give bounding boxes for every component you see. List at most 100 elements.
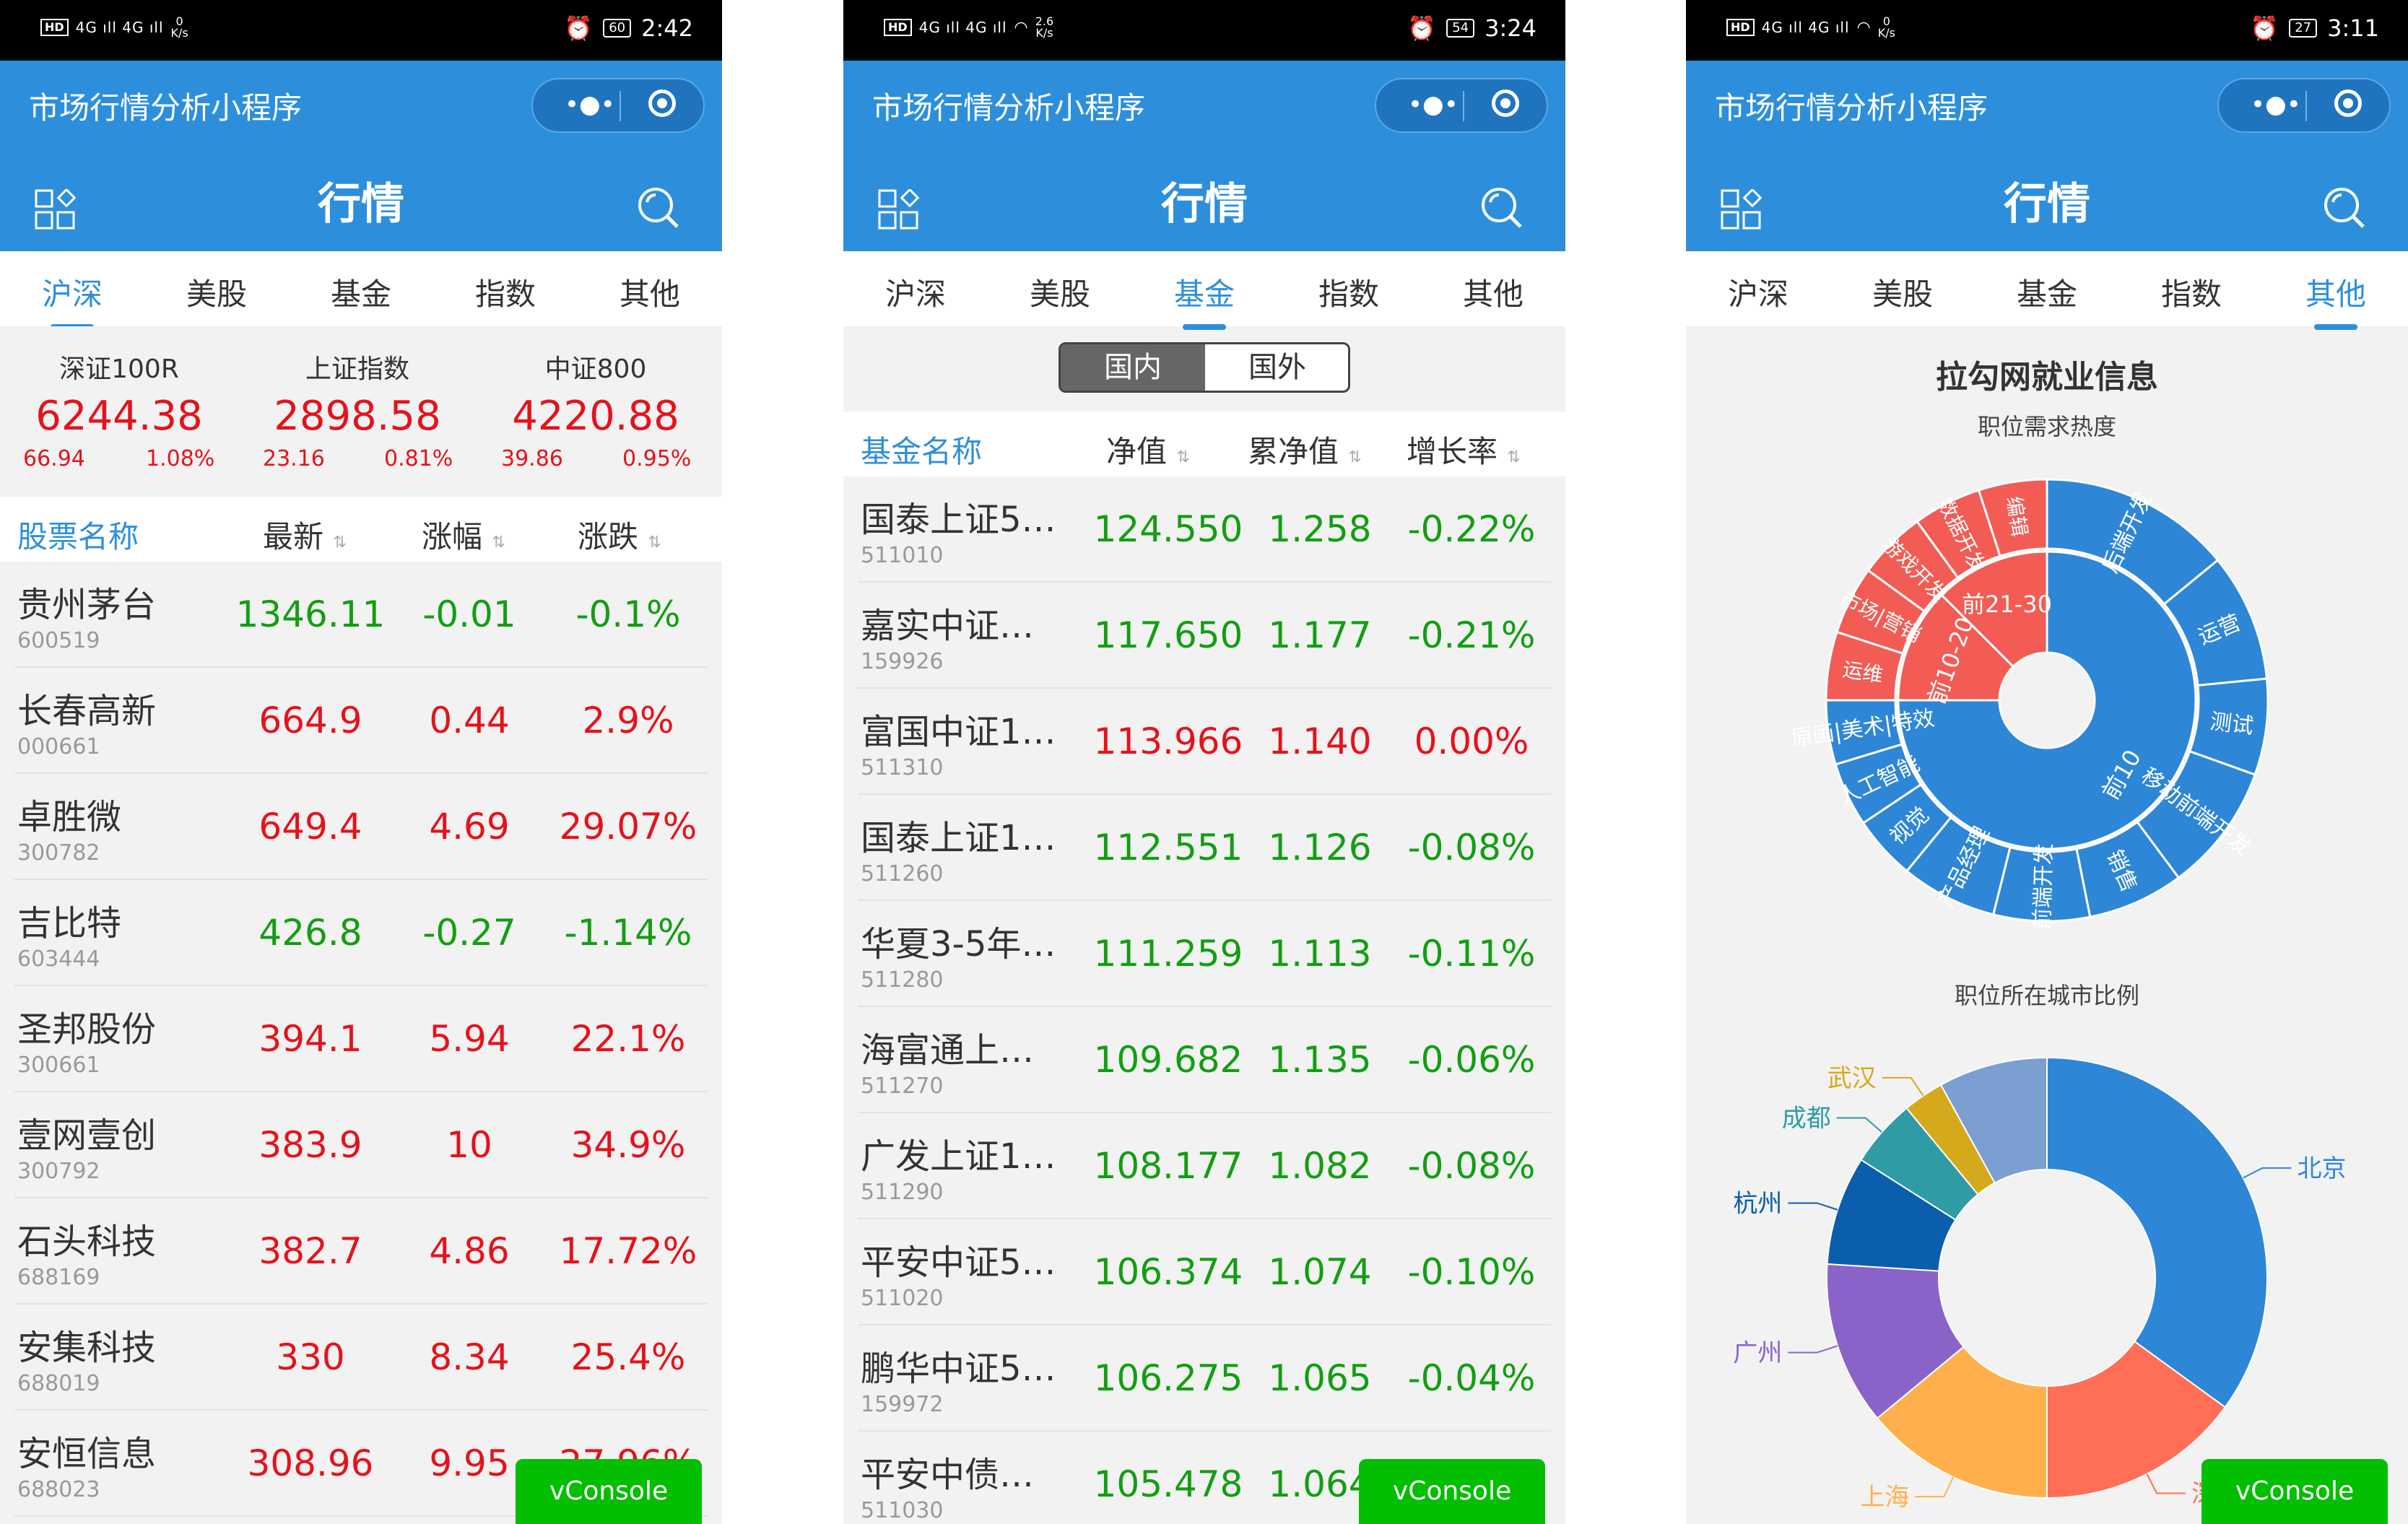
row-code: 511280 (861, 967, 944, 993)
table-row[interactable]: 嘉实中证… 159926 117.650 1.177 -0.21% (843, 583, 1565, 689)
row-name: 海富通上… (861, 1030, 1035, 1071)
row-name: 华夏3-5年… (861, 924, 1056, 965)
donut-title: 职位所在城市比例 (1954, 982, 2139, 1009)
tab-funds[interactable]: 基金 (1975, 270, 2119, 314)
row-value-1: 111.259 (1093, 933, 1243, 975)
tab-hushen[interactable]: 沪深 (1686, 270, 1830, 314)
donut-label-line (1788, 1202, 1838, 1211)
table-row[interactable]: 海富通上… 511270 109.682 1.135 -0.06% (843, 1007, 1565, 1113)
tab-us-stocks[interactable]: 美股 (1830, 270, 1975, 314)
row-value-3: -0.08% (1407, 1145, 1536, 1187)
row-value-2: 1.135 (1268, 1039, 1372, 1081)
app-header: 市场行情分析小程序 •●• 行情 (1686, 61, 2408, 251)
row-value-2: 1.113 (1268, 933, 1372, 975)
row-code: 511290 (861, 1180, 944, 1205)
row-name: 圣邦股份 (17, 1009, 157, 1050)
segment-domestic[interactable]: 国内 (1061, 344, 1205, 391)
app-title: 市场行情分析小程序 (29, 90, 303, 126)
page-title: 行情 (318, 179, 404, 230)
row-value-2: 5.94 (429, 1018, 510, 1060)
index-name: 深证100R (59, 354, 179, 384)
row-value-2: 1.074 (1268, 1251, 1372, 1293)
close-miniprogram-icon[interactable] (648, 90, 676, 117)
column-header-name[interactable]: 股票名称 (17, 513, 139, 557)
row-code: 511270 (861, 1074, 944, 1099)
row-value-3: -0.08% (1407, 827, 1536, 868)
vconsole-button[interactable]: vConsole (516, 1459, 702, 1524)
donut-label-line (1836, 1117, 1882, 1133)
tab-us-stocks[interactable]: 美股 (988, 270, 1132, 314)
table-row[interactable]: 鹏华中证5… 159972 106.275 1.065 -0.04% (843, 1325, 1565, 1432)
table-row[interactable]: 石头科技 688169 382.7 4.86 17.72% (0, 1198, 722, 1305)
vconsole-button[interactable]: vConsole (2201, 1459, 2388, 1524)
table-row[interactable]: 壹网壹创 300792 383.9 10 34.9% (0, 1092, 722, 1198)
tab-index[interactable]: 指数 (2119, 270, 2264, 314)
row-value-3: -0.21% (1407, 614, 1536, 656)
table-row[interactable]: 圣邦股份 300661 394.1 5.94 22.1% (0, 986, 722, 1092)
status-bar: HD 4G ıll 4G ıll ◠ 2.6 K/s ⏰ 54 3:24 (843, 0, 1565, 61)
row-value-2: 1.065 (1268, 1357, 1372, 1399)
donut-chart: 北京深圳上海广州杭州成都武汉 (1733, 1056, 2346, 1512)
column-header-latest[interactable]: 最新 ⇅ (263, 513, 347, 557)
row-value-1: 1346.11 (235, 593, 386, 635)
tab-other[interactable]: 其他 (1421, 270, 1565, 314)
more-icon[interactable]: •●• (2251, 91, 2301, 118)
tab-hushen[interactable]: 沪深 (843, 270, 988, 314)
tab-hushen[interactable]: 沪深 (0, 270, 144, 330)
miniprogram-capsule: •●• (1375, 78, 1548, 133)
row-value-1: 113.966 (1093, 720, 1243, 762)
index-card[interactable]: 中证800 4220.88 (477, 348, 715, 440)
donut-label-line (1882, 1076, 1924, 1097)
column-header-change[interactable]: 涨幅 ⇅ (422, 513, 505, 557)
row-value-2: 0.44 (429, 700, 510, 741)
table-row[interactable]: 国泰上证1… 511260 112.551 1.126 -0.08% (843, 795, 1565, 901)
row-value-1: 382.7 (258, 1230, 362, 1272)
vconsole-button[interactable]: vConsole (1359, 1459, 1545, 1524)
tab-other[interactable]: 其他 (578, 270, 722, 314)
table-row[interactable]: 贵州茅台 600519 1346.11 -0.01 -0.1% (0, 562, 722, 668)
tab-index[interactable]: 指数 (433, 270, 578, 314)
table-row[interactable]: 华夏3-5年… 511280 111.259 1.113 -0.11% (843, 901, 1565, 1007)
donut-slice[interactable] (2046, 1056, 2268, 1408)
row-value-3: -0.22% (1407, 508, 1536, 550)
table-row[interactable]: 长春高新 000661 664.9 0.44 2.9% (0, 668, 722, 774)
table-row[interactable]: 国泰上证5… 511010 124.550 1.258 -0.22% (843, 476, 1565, 583)
search-icon[interactable] (1479, 185, 1524, 230)
segment-foreign[interactable]: 国外 (1205, 344, 1348, 391)
tab-other[interactable]: 其他 (2264, 270, 2408, 330)
close-miniprogram-icon[interactable] (1492, 90, 1519, 117)
tab-funds[interactable]: 基金 (1132, 270, 1277, 330)
search-icon[interactable] (635, 185, 680, 230)
index-card[interactable]: 上证指数 2898.58 (238, 348, 477, 440)
row-value-1: 649.4 (258, 806, 362, 848)
index-name: 中证800 (544, 354, 647, 384)
tab-funds[interactable]: 基金 (289, 270, 433, 314)
row-value-1: 105.478 (1093, 1463, 1243, 1505)
row-code: 000661 (17, 734, 100, 759)
index-card[interactable]: 深证100R 6244.38 (0, 348, 238, 440)
hd-badge: HD (1726, 19, 1755, 36)
column-header-nav[interactable]: 净值 ⇅ (1106, 427, 1190, 471)
close-miniprogram-icon[interactable] (2334, 90, 2362, 117)
table-row[interactable]: 平安中证5… 511020 106.374 1.074 -0.10% (843, 1219, 1565, 1325)
more-icon[interactable]: •●• (565, 91, 615, 118)
column-header-growth[interactable]: 增长率 ⇅ (1407, 427, 1521, 471)
table-row[interactable]: 吉比特 603444 426.8 -0.27 -1.14% (0, 880, 722, 986)
column-header-accum-nav[interactable]: 累净值 ⇅ (1248, 427, 1362, 471)
tab-index[interactable]: 指数 (1277, 270, 1421, 314)
table-row[interactable]: 卓胜微 300782 649.4 4.69 29.07% (0, 774, 722, 880)
table-row[interactable]: 安集科技 688019 330 8.34 25.4% (0, 1305, 722, 1411)
row-value-3: 0.00% (1414, 720, 1529, 762)
column-header-fund-name[interactable]: 基金名称 (861, 427, 982, 471)
table-row[interactable]: 富国中证1… 511310 113.966 1.140 0.00% (843, 689, 1565, 795)
sort-icon: ⇅ (648, 534, 661, 552)
row-value-3: -1.14% (564, 912, 692, 954)
tab-us-stocks[interactable]: 美股 (144, 270, 289, 314)
index-summary: 深证100R 6244.38 66.94 1.08% 上证指数 2898.58 … (0, 326, 722, 494)
column-header-diff[interactable]: 涨跌 ⇅ (578, 513, 661, 557)
table-row[interactable]: 广发上证1… 511290 108.177 1.082 -0.08% (843, 1113, 1565, 1219)
more-icon[interactable]: •●• (1408, 91, 1459, 118)
search-icon[interactable] (2321, 185, 2366, 230)
sort-icon: ⇅ (1507, 448, 1521, 466)
row-value-2: 8.34 (429, 1336, 510, 1378)
